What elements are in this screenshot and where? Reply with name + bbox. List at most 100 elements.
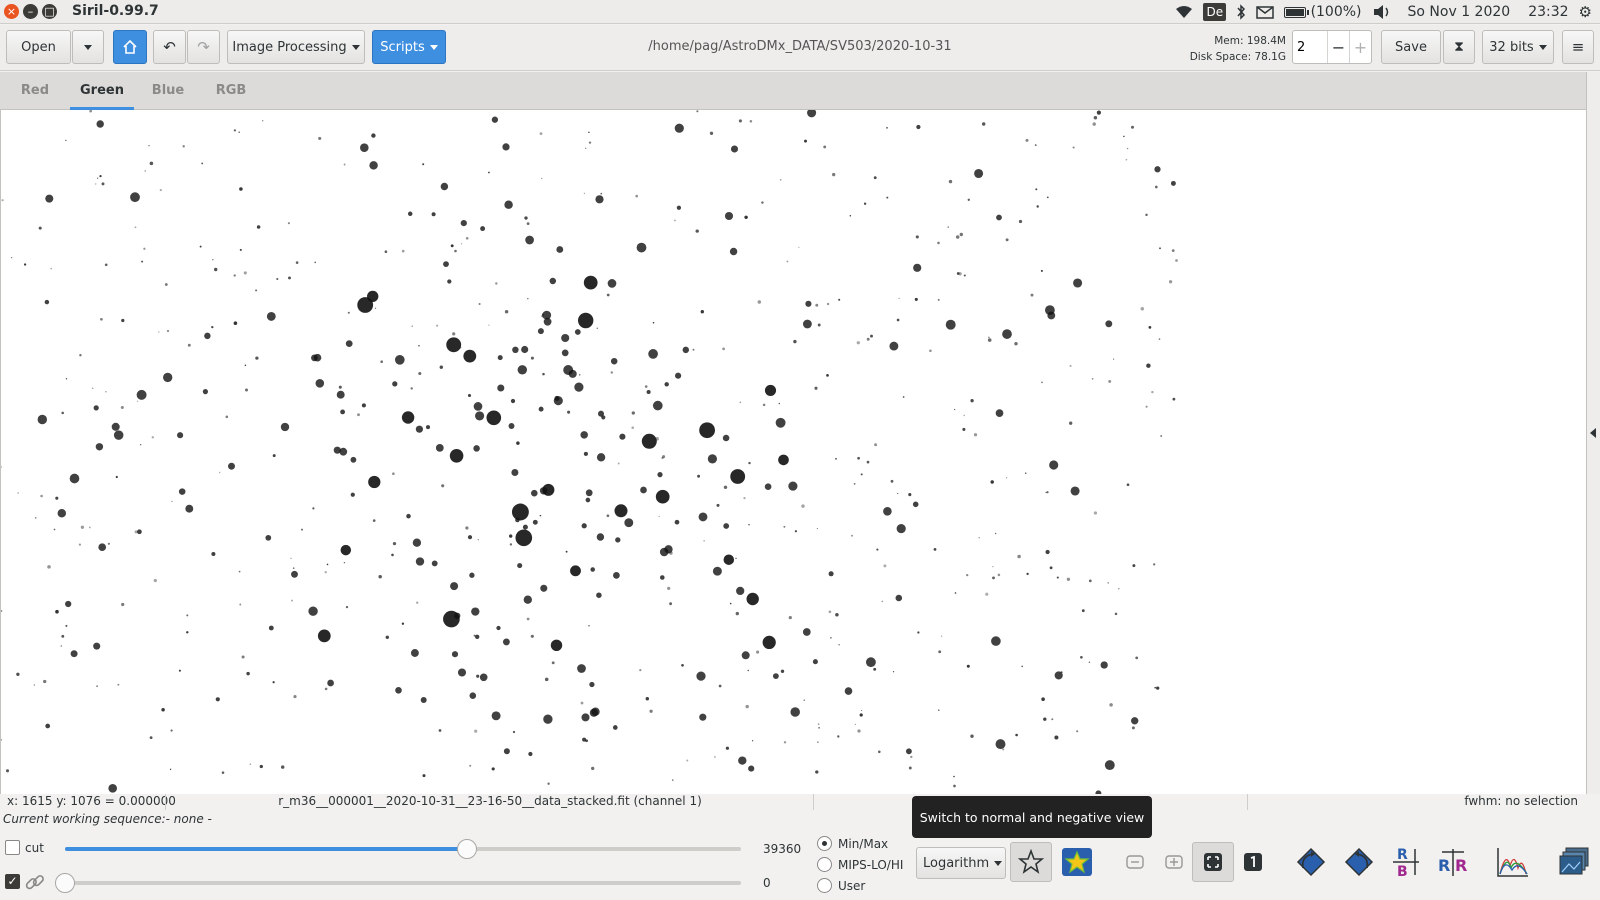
display-mode-label: Logarithm	[923, 855, 990, 871]
cursor-coordinates: x: 1615 y: 1076 = 0.000000	[7, 794, 176, 808]
color-star-icon	[1062, 848, 1092, 876]
bit-depth-label: 32 bits	[1489, 39, 1534, 55]
time-label[interactable]: 23:32	[1528, 4, 1568, 20]
working-sequence-label: Current working sequence:- none -	[3, 812, 212, 826]
home-icon	[123, 40, 137, 54]
display-mode-dropdown[interactable]: Logarithm	[916, 847, 1006, 879]
zoom-in-button[interactable]	[1153, 842, 1195, 882]
fwhm-readout: fwhm: no selection	[1464, 794, 1578, 808]
range-mode-mips[interactable]: MIPS-LO/HI	[817, 857, 903, 872]
color-saturation-button[interactable]	[1056, 842, 1098, 882]
battery-indicator[interactable]: (100%)	[1284, 4, 1362, 20]
decrement-button[interactable]: −	[1327, 31, 1349, 63]
zoom-in-icon	[1165, 855, 1183, 869]
status-separator	[813, 794, 814, 810]
high-threshold-slider[interactable]	[65, 839, 741, 859]
radio-label: User	[838, 878, 866, 893]
image-information-button[interactable]	[1553, 842, 1595, 882]
redo-icon: ↷	[197, 38, 210, 56]
low-threshold-slider[interactable]	[55, 873, 741, 893]
memory-usage: Mem: 198.4M	[1214, 35, 1286, 47]
radio-label: Min/Max	[838, 836, 889, 851]
svg-text:R: R	[1455, 856, 1467, 875]
link-icon	[25, 875, 44, 890]
image-canvas[interactable]	[0, 110, 1586, 794]
slider-handle[interactable]	[457, 839, 478, 859]
save-as-button[interactable]: ⧗	[1443, 30, 1475, 64]
mail-icon[interactable]	[1256, 5, 1274, 19]
tab-blue[interactable]: Blue	[142, 72, 194, 110]
undo-button[interactable]: ↶	[153, 30, 186, 64]
system-tray: De (100%) So Nov 1 2020 23:32 ⚙	[1175, 2, 1592, 22]
histogram-icon	[1497, 848, 1528, 877]
low-threshold-value: 0	[763, 876, 771, 890]
open-button[interactable]: Open	[6, 30, 71, 64]
cwd-home-button[interactable]	[113, 30, 147, 64]
settings-gear-icon[interactable]: ⚙	[1579, 3, 1592, 21]
battery-icon	[1284, 6, 1310, 18]
slider-handle[interactable]	[55, 873, 75, 893]
main-menu-button[interactable]: ≡	[1562, 30, 1594, 64]
chevron-down-icon	[84, 44, 92, 50]
zoom-fit-button[interactable]	[1192, 842, 1234, 882]
negative-view-toggle[interactable]	[1010, 842, 1052, 882]
increment-button[interactable]: +	[1349, 31, 1371, 63]
bit-depth-dropdown[interactable]: 32 bits	[1482, 30, 1554, 64]
chevron-down-icon	[351, 44, 360, 50]
title-bar: × – □ Siril-0.99.7 De (100%) So Nov 1 20…	[0, 0, 1600, 24]
tab-red[interactable]: Red	[10, 72, 60, 110]
threads-spinner: − +	[1292, 30, 1372, 64]
mirror-horizontal-button[interactable]: RR	[1432, 842, 1474, 882]
side-panel-toggle[interactable]	[1586, 72, 1600, 794]
star-field-image	[1, 110, 1178, 794]
radio-indicator	[817, 878, 832, 893]
channel-tabs: Red Green Blue RGB	[0, 72, 1586, 110]
radio-indicator	[817, 836, 832, 851]
chevron-down-icon	[429, 44, 438, 50]
tab-green[interactable]: Green	[70, 72, 134, 110]
date-label[interactable]: So Nov 1 2020	[1408, 4, 1511, 20]
zoom-one-to-one-icon	[1244, 853, 1262, 871]
main-toolbar: Open ↶ ↷ Image Processing Scripts /home/…	[0, 25, 1600, 71]
working-directory-path: /home/pag/AstroDMx_DATA/SV503/2020-10-31	[648, 39, 952, 54]
radio-label: MIPS-LO/HI	[838, 857, 904, 872]
redo-button[interactable]: ↷	[187, 30, 220, 64]
keyboard-layout-indicator[interactable]: De	[1203, 3, 1227, 21]
save-button[interactable]: Save	[1381, 30, 1441, 64]
maximize-window-icon[interactable]: □	[42, 4, 57, 19]
svg-text:B: B	[1397, 864, 1408, 879]
slider-fill	[65, 847, 468, 851]
status-separator	[1247, 794, 1248, 810]
display-controls: cut 39360 ✓ 0 Min/Max MIPS-LO/HI User Lo…	[0, 830, 1600, 900]
histogram-button[interactable]	[1492, 842, 1534, 882]
scripts-menu[interactable]: Scripts	[372, 30, 446, 64]
mirror-vertical-icon: RB	[1393, 847, 1419, 879]
image-processing-menu[interactable]: Image Processing	[227, 30, 365, 64]
tooltip: Switch to normal and negative view	[912, 796, 1152, 838]
svg-text:R: R	[1438, 856, 1450, 875]
bluetooth-icon[interactable]	[1236, 4, 1246, 20]
link-sliders-checkbox[interactable]: ✓	[5, 874, 20, 889]
cut-checkbox[interactable]	[5, 840, 20, 855]
zoom-one-button[interactable]	[1232, 842, 1274, 882]
mirror-vertical-button[interactable]: RB	[1386, 842, 1428, 882]
tab-rgb[interactable]: RGB	[206, 72, 256, 110]
minimize-window-icon[interactable]: –	[23, 4, 38, 19]
wifi-icon[interactable]	[1175, 5, 1193, 19]
undo-icon: ↶	[163, 38, 176, 56]
rotate-left-button[interactable]	[1290, 842, 1332, 882]
rotate-right-button[interactable]	[1338, 842, 1380, 882]
cut-label: cut	[25, 841, 44, 855]
range-mode-user[interactable]: User	[817, 878, 865, 893]
image-filename: r_m36__000001__2020-10-31__23-16-50__dat…	[278, 794, 702, 808]
volume-icon[interactable]	[1372, 4, 1392, 20]
recent-files-dropdown[interactable]	[72, 30, 104, 64]
zoom-out-button[interactable]	[1114, 842, 1156, 882]
mirror-horizontal-icon: RR	[1438, 849, 1467, 876]
close-window-icon[interactable]: ×	[4, 4, 19, 19]
scripts-label: Scripts	[380, 39, 425, 55]
range-mode-minmax[interactable]: Min/Max	[817, 836, 888, 851]
threads-input[interactable]	[1293, 31, 1327, 63]
zoom-fit-icon	[1204, 853, 1222, 871]
high-threshold-value: 39360	[763, 842, 802, 856]
